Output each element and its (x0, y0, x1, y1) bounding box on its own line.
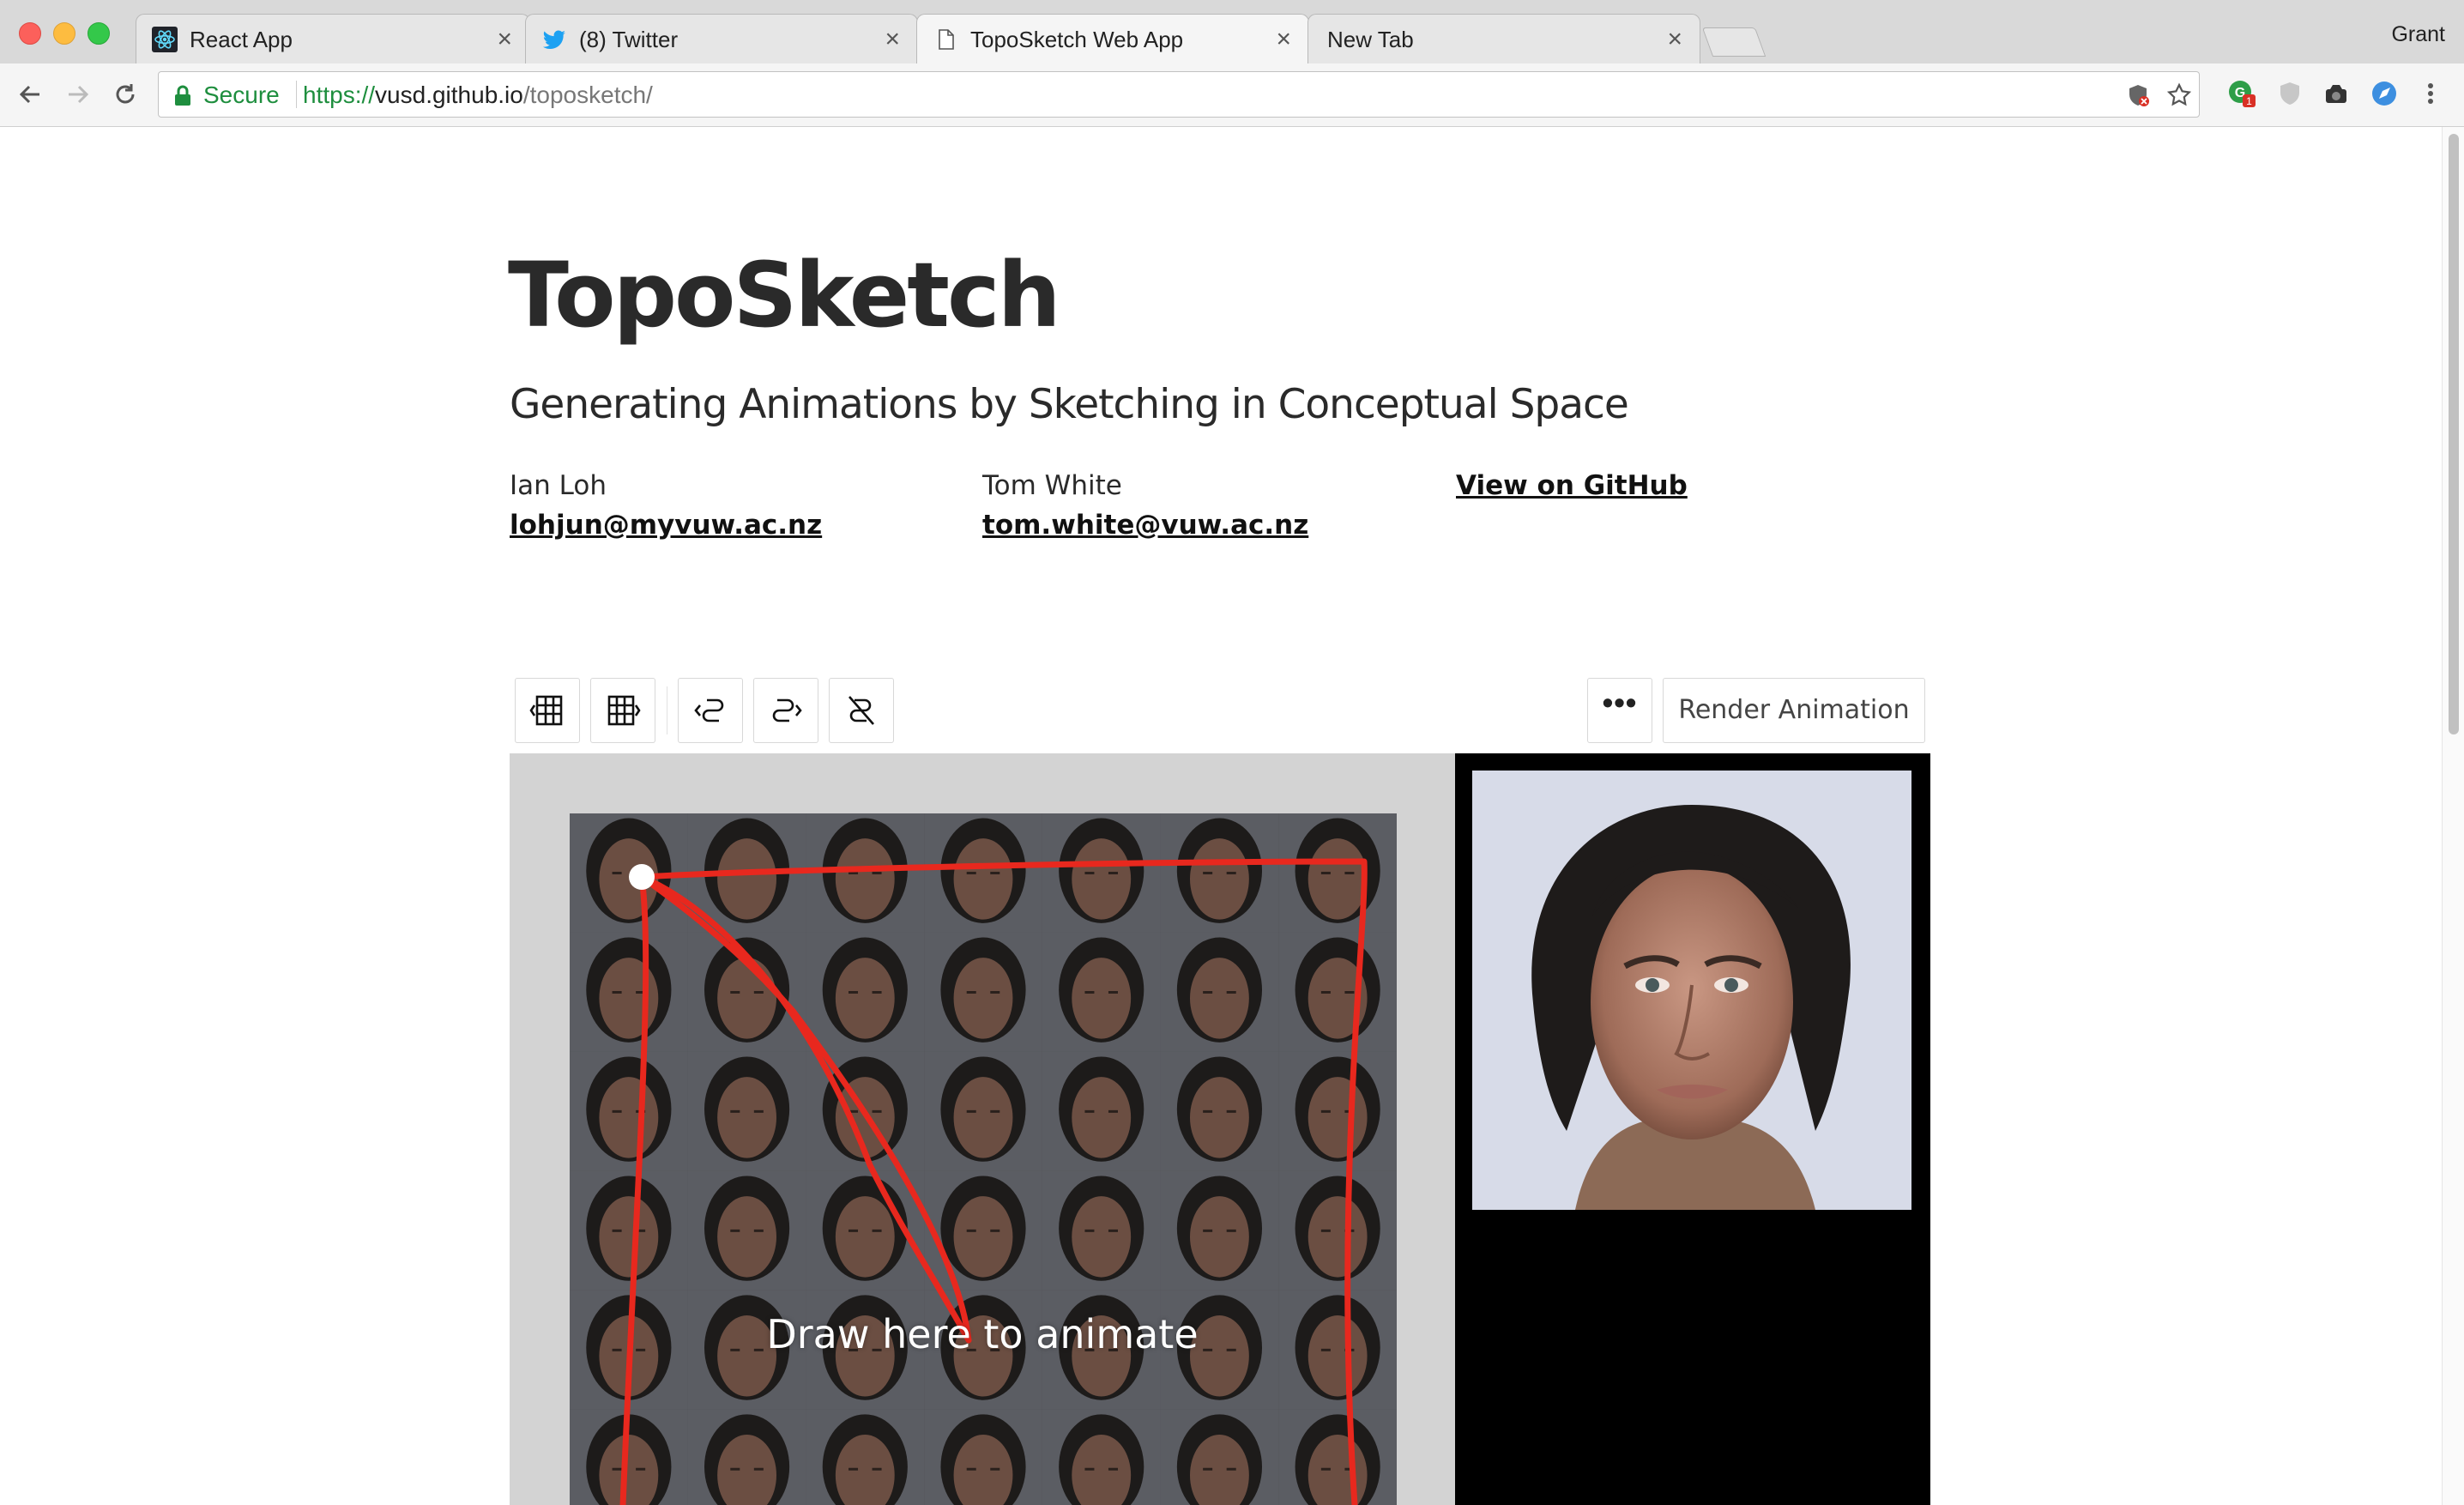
clear-path-icon (849, 696, 874, 725)
tab-close-icon[interactable]: × (1276, 27, 1291, 52)
author-name: Ian Loh (510, 470, 607, 501)
tab-toposketch[interactable]: TopoSketch Web App × (916, 14, 1309, 64)
tab-title: New Tab (1327, 27, 1414, 52)
sketch-path (619, 858, 1368, 1505)
react-icon (152, 27, 178, 52)
author-name: Tom White (982, 470, 1122, 501)
tab-close-icon[interactable]: × (885, 27, 900, 52)
window-close-button[interactable] (19, 22, 41, 45)
url-host: vusd.github.io (375, 82, 523, 108)
more-options-button[interactable]: ••• (1587, 678, 1652, 743)
address-bar[interactable]: Secure https://vusd.github.io/toposketch… (158, 71, 2200, 118)
tab-title: (8) Twitter (579, 27, 679, 52)
extension-camera-icon[interactable] (2322, 79, 2351, 108)
bookmark-star-icon[interactable] (2166, 82, 2192, 108)
page-scrollbar[interactable] (2442, 127, 2464, 1505)
twitter-icon (543, 30, 565, 50)
extension-compass-icon[interactable] (2370, 79, 2399, 108)
document-icon (939, 29, 954, 50)
grid-shrink-button[interactable] (590, 678, 655, 743)
generated-face-image (1472, 771, 1911, 1210)
extension-badge: 1 (2246, 95, 2252, 107)
tab-new-tab[interactable]: New Tab × (1307, 14, 1700, 63)
tab-title: TopoSketch Web App (970, 27, 1184, 52)
browser-tab-strip: React App × (8) Twitter × TopoSketch Web… (0, 0, 2464, 64)
back-icon[interactable] (14, 77, 48, 112)
reload-icon[interactable] (108, 77, 142, 112)
tab-close-icon[interactable]: × (497, 27, 512, 52)
new-tab-button[interactable] (1701, 27, 1766, 57)
animation-preview-panel (1455, 753, 1930, 1505)
tab-close-icon[interactable]: × (1667, 27, 1682, 52)
extension-g-icon[interactable]: G 1 (2227, 79, 2256, 108)
shield-block-icon[interactable] (2125, 82, 2151, 108)
clear-path-button[interactable] (829, 678, 894, 743)
path-reverse-right-button[interactable] (753, 678, 818, 743)
grid-expand-button[interactable] (515, 678, 580, 743)
sketch-canvas[interactable]: Draw here to animate (510, 753, 1455, 1505)
tab-react-app[interactable]: React App × (136, 14, 530, 63)
menu-kebab-icon[interactable] (2416, 79, 2445, 108)
address-divider (296, 81, 297, 108)
window-minimize-button[interactable] (53, 22, 75, 45)
extension-shield-icon[interactable] (2275, 79, 2304, 108)
github-link[interactable]: View on GitHub (1456, 470, 1688, 501)
profile-name[interactable]: Grant (2391, 22, 2445, 47)
scrollbar-thumb[interactable] (2449, 134, 2459, 734)
secure-label: Secure (203, 82, 280, 108)
browser-toolbar: Secure https://vusd.github.io/toposketch… (0, 63, 2464, 127)
url-path: /toposketch/ (522, 82, 653, 108)
path-reverse-left-icon (694, 698, 724, 722)
path-reverse-left-button[interactable] (678, 678, 743, 743)
path-start-handle[interactable] (629, 864, 655, 890)
window-zoom-button[interactable] (88, 22, 110, 45)
page-subtitle: Generating Animations by Sketching in Co… (510, 381, 1629, 428)
author-email-link[interactable]: tom.white@vuw.ac.nz (982, 510, 1308, 541)
path-reverse-right-icon (772, 698, 802, 722)
page-title: TopoSketch (508, 243, 1061, 348)
grid-expand-icon (529, 695, 563, 726)
author-email-link[interactable]: lohjun@myvuw.ac.nz (510, 510, 822, 541)
url-scheme: https:// (303, 82, 376, 108)
grid-shrink-icon (607, 695, 641, 726)
tab-title: React App (190, 27, 293, 52)
tab-twitter[interactable]: (8) Twitter × (525, 14, 918, 63)
page-content: TopoSketch Generating Animations by Sket… (0, 127, 2442, 1505)
lock-icon (175, 85, 190, 106)
url-text[interactable]: https://vusd.github.io/toposketch/ (303, 82, 653, 109)
render-animation-button[interactable]: Render Animation (1663, 678, 1925, 743)
forward-icon[interactable] (60, 77, 94, 112)
